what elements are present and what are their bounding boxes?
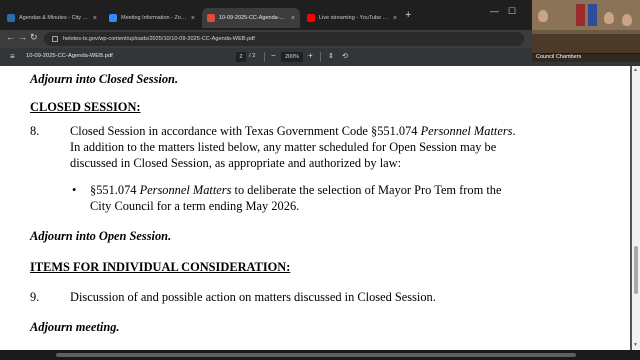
council-member [622,14,632,26]
tab-agenda-pdf[interactable]: 10-09-2025-CC-Agenda-WEB.p... × [202,8,300,28]
page-count: / 2 [249,53,256,59]
item-8-line-3: discussed in Closed Session, as appropri… [70,156,402,170]
item-8-emphasis: Personnel Matters [420,124,513,138]
closed-session-heading: CLOSED SESSION: [30,100,141,114]
bullet-text-cont: to deliberate the selection of Mayor Pro… [231,183,502,197]
pdf-file-name: 10-09-2025-CC-Agenda-WEB.pdf [26,53,113,59]
site-info-icon[interactable] [52,36,58,42]
rotate-icon[interactable]: ⟲ [342,52,348,60]
items-heading: ITEMS FOR INDIVIDUAL CONSIDERATION: [30,260,291,274]
adjourn-meeting: Adjourn meeting. [30,320,120,334]
flag-graphic [588,4,597,26]
video-caption: Council Chambers [532,53,640,62]
fit-page-icon[interactable]: ⇕ [328,52,334,60]
tab-title: 10-09-2025-CC-Agenda-WEB.p... [219,15,288,21]
reload-icon[interactable]: ↻ [30,32,38,43]
close-tab-icon[interactable]: × [291,15,295,22]
council-video-feed[interactable]: Council Chambers [532,0,640,62]
youtube-favicon-icon [307,14,315,22]
address-bar[interactable]: helotes-tx.gov/wp-content/uploads/2025/1… [44,32,524,46]
council-member [604,12,614,24]
new-tab-button[interactable]: + [405,9,411,21]
close-tab-icon[interactable]: × [393,15,397,22]
item-8-period: . [512,124,516,138]
council-member [538,10,548,22]
page-number-input[interactable]: 2 [236,52,246,62]
dais [532,34,640,54]
minimize-icon[interactable]: — [490,6,499,16]
zoom-favicon-icon [109,14,117,22]
bullet-line-2: City Council for a term ending May 2026. [90,199,300,213]
forward-arrow-icon[interactable]: → [18,32,27,42]
vertical-scrollbar[interactable]: ▲ ▼ [632,66,640,350]
tab-youtube-studio[interactable]: Live streaming - YouTube Stud... × [302,8,402,28]
close-tab-icon[interactable]: × [93,15,97,22]
horizontal-scrollbar[interactable] [0,350,640,360]
zoom-level-input[interactable]: 200% [281,52,303,62]
flag-graphic [576,4,585,26]
adjourn-open-session: Adjourn into Open Session. [30,229,172,243]
item-8-line-1: Closed Session in accordance with Texas … [70,124,516,139]
horizontal-scroll-thumb[interactable] [56,353,576,357]
bullet-emphasis: Personnel Matters [139,183,232,197]
bullet-icon: • [72,183,77,197]
pdf-viewer[interactable]: Adjourn into Closed Session. CLOSED SESS… [0,66,640,350]
tab-title: Agendas & Minutes - City of H... [19,15,90,21]
close-tab-icon[interactable]: × [191,15,195,22]
item-9-number: 9. [30,290,40,304]
pdf-page: Adjourn into Closed Session. CLOSED SESS… [0,66,630,350]
scroll-thumb[interactable] [634,246,638,294]
item-8-line-2: In addition to the matters listed below,… [70,140,497,154]
back-arrow-icon[interactable]: ← [6,32,15,42]
address-url: helotes-tx.gov/wp-content/uploads/2025/1… [63,36,255,42]
zoom-in-button[interactable]: + [308,51,313,60]
toolbar-divider [264,52,265,62]
tab-title: Live streaming - YouTube Stud... [319,15,390,21]
item-8-text: Closed Session in accordance with Texas … [70,124,421,138]
scroll-up-icon[interactable]: ▲ [633,67,638,73]
scroll-down-icon[interactable]: ▼ [633,342,638,348]
tab-agendas-minutes[interactable]: Agendas & Minutes - City of H... × [2,8,102,28]
item-8-number: 8. [30,124,40,138]
toolbar-divider [320,52,321,62]
adjourn-closed-session: Adjourn into Closed Session. [30,72,179,86]
pdf-favicon-icon [207,14,215,22]
maximize-icon[interactable]: ☐ [508,6,516,17]
tab-title: Meeting Information - Zoom [121,15,188,21]
bullet-text: §551.074 [90,183,140,197]
item-9-text: Discussion of and possible action on mat… [70,290,436,304]
city-favicon-icon [7,14,15,22]
zoom-out-button[interactable]: − [271,51,276,60]
tab-zoom-meeting[interactable]: Meeting Information - Zoom × [104,8,200,28]
bullet-line-1: §551.074 Personnel Matters to deliberate… [90,183,502,198]
menu-icon[interactable]: ≡ [10,52,15,61]
